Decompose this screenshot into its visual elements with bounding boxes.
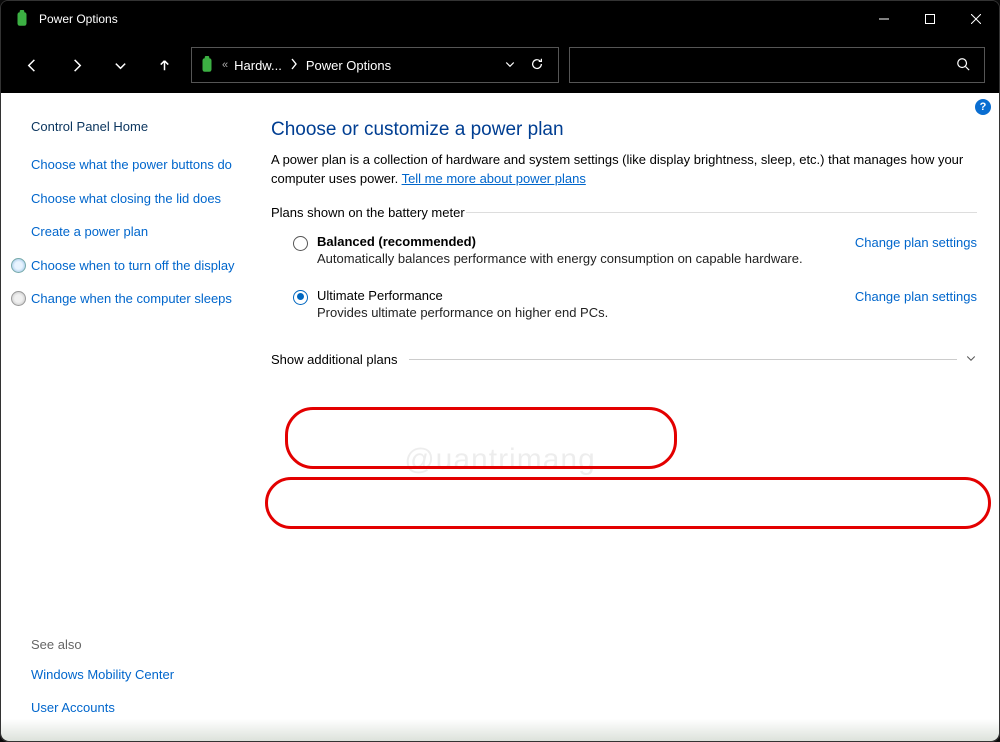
additional-plans-label: Show additional plans: [271, 352, 397, 367]
window-title: Power Options: [39, 12, 118, 26]
breadcrumb-power-options[interactable]: Power Options: [306, 58, 391, 73]
plan-name: Balanced (recommended): [317, 234, 855, 249]
moon-icon: [11, 291, 26, 306]
sidebar-link-sleep[interactable]: Change when the computer sleeps: [31, 290, 237, 308]
sidebar-link-label: Choose when to turn off the display: [31, 258, 235, 273]
battery-icon: [13, 10, 31, 28]
radio-unselected-icon[interactable]: [293, 236, 308, 251]
chevron-right-icon: [288, 58, 300, 73]
content-area: ? Control Panel Home Choose what the pow…: [1, 93, 999, 741]
sidebar-link-turn-off-display[interactable]: Choose when to turn off the display: [31, 257, 237, 275]
back-button[interactable]: [15, 48, 49, 82]
battery-icon: [198, 56, 216, 74]
plans-group-label: Plans shown on the battery meter: [271, 205, 977, 220]
sidebar-link-user-accounts[interactable]: User Accounts: [31, 699, 237, 717]
sidebar-link-mobility-center[interactable]: Windows Mobility Center: [31, 666, 237, 684]
plan-balanced[interactable]: Balanced (recommended) Automatically bal…: [271, 228, 977, 272]
address-bar[interactable]: « Hardw... Power Options: [191, 47, 559, 83]
search-icon: [956, 57, 970, 74]
breadcrumb-ellipsis[interactable]: «: [222, 59, 228, 71]
plan-description: Provides ultimate performance on higher …: [317, 305, 855, 320]
navbar: « Hardw... Power Options: [1, 37, 999, 93]
chevron-down-icon: [965, 352, 977, 367]
tell-me-more-link[interactable]: Tell me more about power plans: [402, 171, 586, 186]
sidebar-link-closing-lid[interactable]: Choose what closing the lid does: [31, 190, 237, 208]
minimize-button[interactable]: [861, 1, 907, 37]
search-box[interactable]: [569, 47, 985, 83]
control-panel-home-link[interactable]: Control Panel Home: [31, 119, 237, 134]
divider: [409, 359, 957, 360]
sidebar-link-power-buttons[interactable]: Choose what the power buttons do: [31, 156, 237, 174]
show-additional-plans-toggle[interactable]: Show additional plans: [271, 352, 977, 367]
main-panel: Choose or customize a power plan A power…: [249, 93, 999, 741]
display-icon: [11, 258, 26, 273]
plan-name: Ultimate Performance: [317, 288, 855, 303]
maximize-button[interactable]: [907, 1, 953, 37]
close-button[interactable]: [953, 1, 999, 37]
address-dropdown-icon[interactable]: [504, 58, 516, 73]
change-plan-settings-link[interactable]: Change plan settings: [855, 288, 977, 304]
breadcrumb-hardware[interactable]: Hardw...: [234, 58, 282, 73]
sidebar-link-label: Change when the computer sleeps: [31, 291, 232, 306]
plan-description: Automatically balances performance with …: [317, 251, 855, 266]
titlebar: Power Options: [1, 1, 999, 37]
see-also-header: See also: [31, 637, 237, 652]
page-title: Choose or customize a power plan: [271, 119, 977, 141]
plan-ultimate-performance[interactable]: Ultimate Performance Provides ultimate p…: [271, 282, 977, 326]
recent-dropdown-button[interactable]: [103, 48, 137, 82]
refresh-button[interactable]: [530, 57, 544, 74]
page-description: A power plan is a collection of hardware…: [271, 151, 971, 189]
change-plan-settings-link[interactable]: Change plan settings: [855, 234, 977, 250]
page-description-text: A power plan is a collection of hardware…: [271, 152, 963, 186]
sidebar-link-create-plan[interactable]: Create a power plan: [31, 223, 237, 241]
radio-selected-icon[interactable]: [293, 290, 308, 305]
sidebar: Control Panel Home Choose what the power…: [1, 93, 249, 741]
up-button[interactable]: [147, 48, 181, 82]
forward-button[interactable]: [59, 48, 93, 82]
